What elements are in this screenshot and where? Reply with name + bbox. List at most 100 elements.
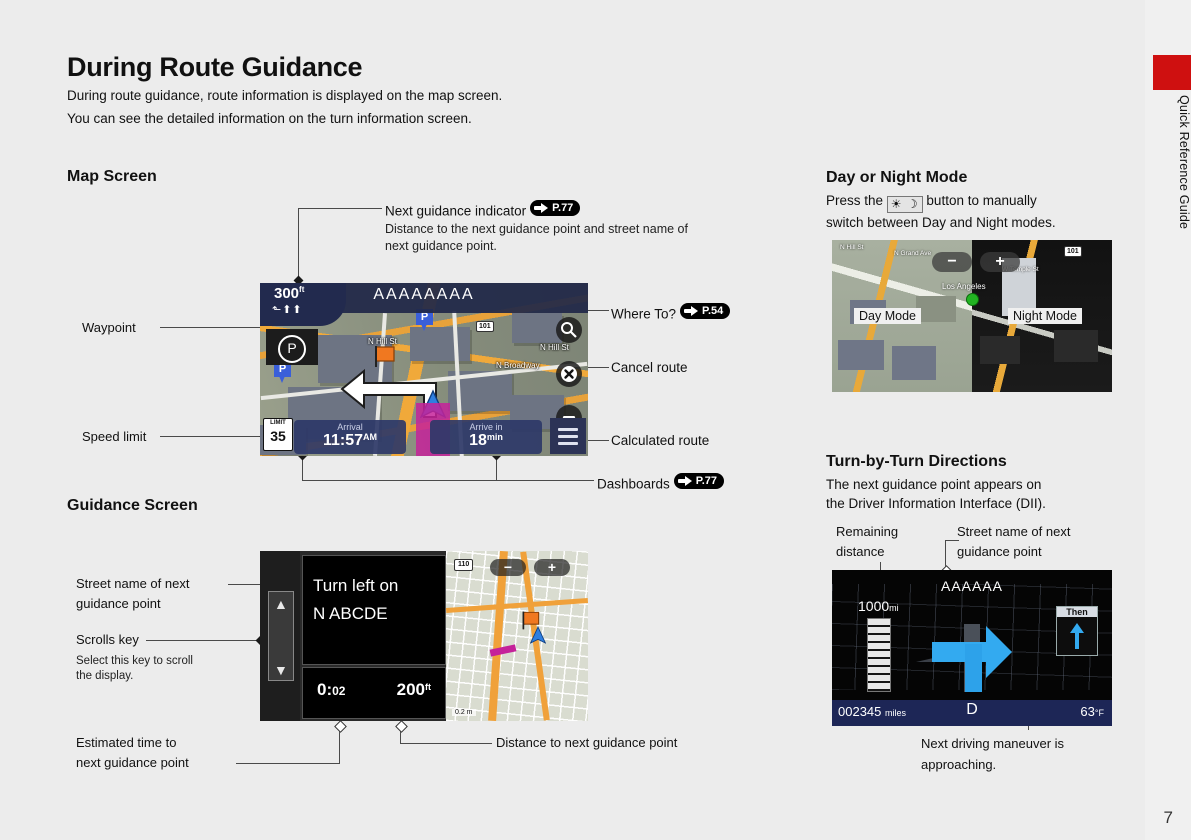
- dii-then-panel: Then: [1056, 606, 1098, 656]
- callout-remaining-distance-1: Remaining: [836, 524, 899, 539]
- turn-by-turn-desc: The next guidance point appears on the D…: [826, 475, 1126, 513]
- turn-by-turn-heading: Turn-by-Turn Directions: [826, 453, 1007, 470]
- route-shield-101: 101: [1064, 246, 1082, 257]
- callout-where-to-label: Where To?: [611, 306, 677, 322]
- guidance-distance-unit: ft: [425, 682, 431, 692]
- search-button[interactable]: [556, 317, 582, 343]
- callout-scrolls-key: Scrolls key: [76, 632, 139, 647]
- zoom-out-button[interactable]: −: [932, 252, 972, 272]
- side-tab-accent-block: [1153, 55, 1191, 90]
- manual-page: Quick Reference Guide 7 During Route Gui…: [0, 0, 1191, 840]
- scrolls-key[interactable]: ▲ ▼: [268, 591, 294, 681]
- leader-line: [146, 640, 260, 641]
- callout-where-to: Where To? P.54: [611, 303, 731, 323]
- callout-scrolls-key-desc-1: Select this key to scroll: [76, 655, 193, 667]
- map-street-label: N Hill St: [840, 244, 864, 251]
- callout-cancel-route: Cancel route: [611, 360, 688, 375]
- parking-info-badge[interactable]: P: [266, 329, 318, 365]
- callout-remaining-distance-2: distance: [836, 544, 885, 559]
- dii-distance-bar: [867, 618, 891, 692]
- day-night-text-before: Press the: [826, 193, 884, 208]
- speed-limit-sign: LIMIT 35: [263, 418, 293, 451]
- mini-map-grid: [446, 551, 588, 721]
- callout-calculated-route: Calculated route: [611, 433, 710, 448]
- map-screen-screenshot: N Hill St N Hill St N Broadway 101 P P P: [260, 283, 588, 456]
- map-screen-heading: Map Screen: [67, 168, 157, 185]
- dii-turn-arrow-icon: [916, 624, 1012, 692]
- speed-limit-caption: LIMIT: [270, 420, 286, 426]
- vehicle-position-icon: [530, 625, 546, 644]
- zoom-in-button[interactable]: +: [534, 559, 570, 576]
- guidance-instruction-line-1: Turn left on: [313, 576, 399, 595]
- guidance-mini-map: 110 − + 0.2 m: [446, 551, 588, 721]
- callout-dashboards-label: Dashboards: [597, 476, 670, 492]
- zoom-in-button[interactable]: +: [980, 252, 1020, 272]
- zoom-out-button[interactable]: −: [490, 559, 526, 576]
- callout-next-maneuver-1: Next driving maneuver is: [921, 736, 1065, 751]
- day-night-desc: Press the ☀ ☽ button to manually switch …: [826, 191, 1126, 232]
- dii-then-turn-icon: [1070, 623, 1084, 649]
- dashboard-arrive-in-caption: Arrive in: [469, 422, 503, 432]
- map-street-label: N Grand Ave: [894, 250, 932, 257]
- dashboard-arrival[interactable]: Arrival 11:57AM: [294, 420, 406, 454]
- leader-line: [236, 763, 340, 764]
- callout-distance-to-next: Distance to next guidance point: [496, 735, 678, 750]
- scroll-up-icon[interactable]: ▲: [274, 596, 288, 612]
- callout-dashboards: Dashboards P.77: [597, 473, 725, 493]
- leader-line: [400, 743, 492, 744]
- dii-then-label: Then: [1057, 607, 1097, 617]
- dii-status-bar: 002345 miles D 63°F: [832, 700, 1112, 726]
- arrow-right-icon: [677, 475, 693, 487]
- dii-screenshot: AAAAAA 1000mi Then 002345 miles D 63°F: [832, 570, 1112, 726]
- city-label: Los Angeles: [942, 282, 986, 291]
- callout-next-guidance-title: Next guidance indicator: [385, 203, 527, 219]
- day-night-text-line2: switch between Day and Night modes.: [826, 215, 1056, 230]
- callout-next-maneuver-2: approaching.: [921, 757, 997, 772]
- dii-temperature-unit: °F: [1094, 708, 1104, 718]
- side-tab-label: Quick Reference Guide: [1177, 95, 1191, 230]
- side-tab: Quick Reference Guide: [1145, 0, 1191, 840]
- guidance-instruction-line-2: N ABCDE: [313, 604, 388, 623]
- page-ref-badge[interactable]: P.54: [680, 303, 731, 319]
- callout-next-guidance-indicator: Next guidance indicator P.77: [385, 200, 581, 220]
- leader-line: [302, 480, 594, 481]
- menu-button[interactable]: [550, 418, 586, 454]
- dashboard-arrival-caption: Arrival: [337, 422, 363, 432]
- guidance-screen-screenshot: ▲ ▼ Turn left on N ABCDE 0:02 200ft 110 …: [260, 551, 588, 721]
- dashboard-arrive-in-value: 18: [469, 432, 487, 449]
- menu-icon: [558, 428, 578, 431]
- page-ref-badge[interactable]: P.77: [530, 200, 581, 216]
- dashboard-arrive-in[interactable]: Arrive in 18min: [430, 420, 542, 454]
- page-ref-text: P.77: [552, 202, 574, 214]
- guidance-screen-heading: Guidance Screen: [67, 497, 198, 514]
- callout-scrolls-key-desc-2: the display.: [76, 670, 134, 682]
- night-mode-label: Night Mode: [1008, 308, 1082, 324]
- guidance-metrics-panel: 0:02 200ft: [302, 667, 446, 719]
- callout-next-guidance-desc-1: Distance to the next guidance point and …: [385, 222, 688, 236]
- dashboard-arrival-unit: AM: [363, 432, 378, 442]
- page-ref-text: P.54: [702, 305, 724, 317]
- dii-gear-indicator: D: [966, 701, 978, 718]
- guidance-instruction-panel: Turn left on N ABCDE: [302, 555, 446, 665]
- page-ref-badge[interactable]: P.77: [673, 473, 725, 489]
- callout-estimated-time-2: next guidance point: [76, 755, 189, 770]
- day-night-heading: Day or Night Mode: [826, 169, 968, 186]
- day-night-button-icon[interactable]: ☀ ☽: [886, 196, 923, 213]
- map-scale-label: 0.2 m: [452, 709, 476, 716]
- arrow-right-icon: [684, 305, 699, 317]
- scroll-down-icon[interactable]: ▼: [274, 662, 288, 678]
- page-title: During Route Guidance: [67, 52, 363, 82]
- arrow-right-icon: [534, 202, 549, 214]
- leader-line: [298, 208, 382, 209]
- leader-line: [945, 540, 959, 541]
- scroll-column: ▲ ▼: [260, 551, 300, 721]
- dii-remaining-distance-unit: mi: [889, 603, 899, 613]
- mini-map-route-shield: 110: [454, 559, 474, 571]
- day-night-text-after: button to manually: [926, 193, 1037, 208]
- guidance-time-seconds: 02: [332, 684, 346, 698]
- callout-estimated-time-1: Estimated time to: [76, 735, 177, 750]
- callout-next-guidance-desc-2: next guidance point.: [385, 239, 497, 253]
- cancel-route-button[interactable]: [556, 361, 582, 387]
- dashboard-arrival-value: 11:57: [322, 432, 364, 449]
- speed-limit-value: 35: [270, 428, 286, 444]
